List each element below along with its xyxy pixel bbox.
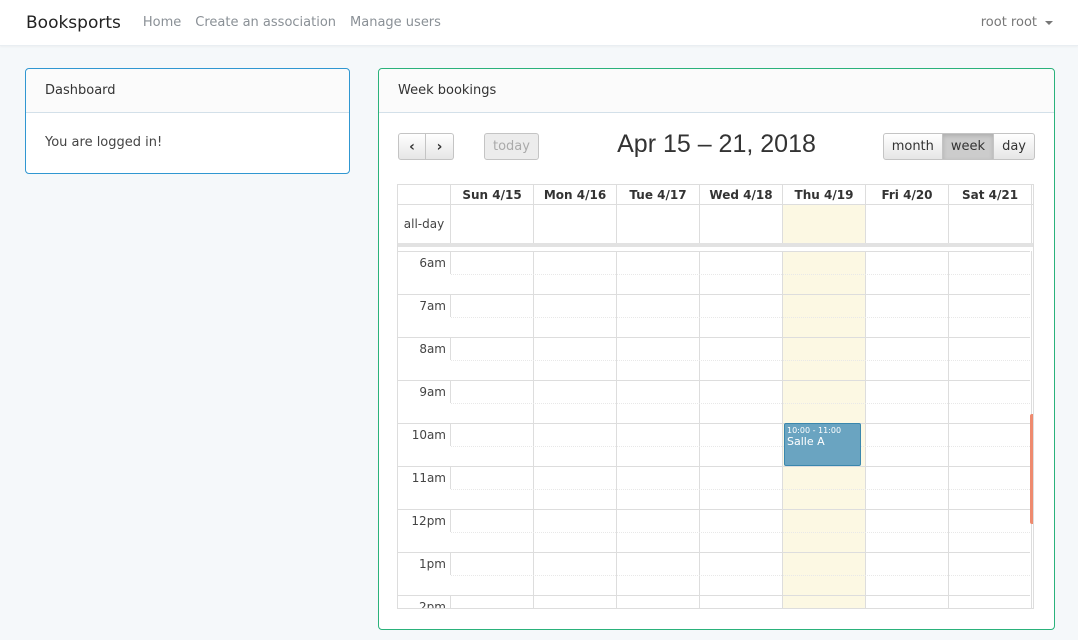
calendar-scrollbar[interactable]	[1030, 414, 1033, 524]
hour-row: 7am	[398, 294, 1030, 337]
half-hour-line	[451, 532, 1030, 533]
all-day-cell[interactable]	[949, 205, 1032, 243]
hour-label: 6am	[398, 252, 451, 274]
hour-label: 8am	[398, 338, 451, 360]
all-day-label: all-day	[398, 205, 451, 243]
hour-row: 8am	[398, 337, 1030, 380]
hour-label: 12pm	[398, 510, 451, 532]
dashboard-message: You are logged in!	[45, 135, 163, 150]
prev-button[interactable]: ‹	[398, 133, 426, 160]
hour-label: 1pm	[398, 553, 451, 575]
calendar-toolbar: Apr 15 – 21, 2018 ‹ › today month week d…	[398, 130, 1035, 161]
hour-row: 12pm	[398, 509, 1030, 552]
day-header-fri: Fri 4/20	[866, 185, 949, 204]
half-hour-line	[451, 360, 1030, 361]
half-hour-line	[451, 575, 1030, 576]
day-header-thu: Thu 4/19	[783, 185, 866, 204]
view-week-button[interactable]: week	[942, 133, 995, 160]
hour-row: 9am	[398, 380, 1030, 423]
brand-logo[interactable]: Booksports	[26, 13, 121, 33]
hour-label: 9am	[398, 381, 451, 403]
day-header-sat: Sat 4/21	[949, 185, 1032, 204]
hour-row: 10am	[398, 423, 1030, 466]
week-calendar: Sun 4/15 Mon 4/16 Tue 4/17 Wed 4/18 Thu …	[397, 184, 1034, 609]
half-hour-line	[451, 446, 1030, 447]
week-bookings-panel: Week bookings Apr 15 – 21, 2018 ‹ › toda…	[378, 68, 1055, 630]
all-day-row: all-day	[398, 205, 1033, 247]
hour-row: 11am	[398, 466, 1030, 509]
nav-manage-users[interactable]: Manage users	[350, 15, 441, 30]
today-group: today	[484, 133, 539, 160]
caret-down-icon	[1045, 20, 1053, 25]
dashboard-panel: Dashboard You are logged in!	[25, 68, 350, 174]
today-button[interactable]: today	[484, 133, 539, 160]
dashboard-heading: Dashboard	[26, 69, 349, 113]
time-grid[interactable]: 6am 7am 8am 9am 10am 11am 12pm 1pm 2pm 1…	[398, 251, 1033, 608]
half-hour-line	[451, 489, 1030, 490]
half-hour-line	[451, 274, 1030, 275]
day-header-tue: Tue 4/17	[617, 185, 700, 204]
nav-button-group: ‹ ›	[398, 133, 454, 160]
nav-home[interactable]: Home	[143, 15, 181, 30]
all-day-cell[interactable]	[534, 205, 617, 243]
hour-label: 7am	[398, 295, 451, 317]
top-navbar: Booksports Home Create an association Ma…	[0, 0, 1078, 46]
booking-event-time: 10:00 - 11:00	[787, 426, 842, 435]
user-menu[interactable]: root root	[981, 15, 1053, 30]
day-header-mon: Mon 4/16	[534, 185, 617, 204]
user-name: root root	[980, 15, 1037, 30]
hour-label: 10am	[398, 424, 451, 446]
half-hour-line	[451, 403, 1030, 404]
header-axis-cell	[398, 185, 451, 204]
hour-label: 11am	[398, 467, 451, 489]
hour-row: 1pm	[398, 552, 1030, 595]
nav-create-association[interactable]: Create an association	[195, 15, 336, 30]
chevron-right-icon: ›	[436, 138, 443, 155]
next-button[interactable]: ›	[426, 133, 454, 160]
week-bookings-heading: Week bookings	[379, 69, 1054, 113]
day-header-sun: Sun 4/15	[451, 185, 534, 204]
all-day-cell[interactable]	[866, 205, 949, 243]
half-hour-line	[451, 317, 1030, 318]
all-day-cell[interactable]	[700, 205, 783, 243]
view-day-button[interactable]: day	[994, 133, 1035, 160]
hour-row: 2pm	[398, 595, 1030, 608]
view-button-group: month week day	[882, 133, 1035, 160]
calendar-header-row: Sun 4/15 Mon 4/16 Tue 4/17 Wed 4/18 Thu …	[398, 185, 1033, 205]
day-header-wed: Wed 4/18	[700, 185, 783, 204]
hour-label: 2pm	[398, 596, 451, 608]
hour-row: 6am	[398, 251, 1030, 294]
all-day-cell[interactable]	[451, 205, 534, 243]
booking-event[interactable]: 10:00 - 11:00 Salle A	[784, 423, 861, 466]
booking-event-title: Salle A	[787, 435, 825, 448]
all-day-cell[interactable]	[617, 205, 700, 243]
view-month-button[interactable]: month	[882, 133, 943, 160]
all-day-cell-today[interactable]	[783, 205, 866, 243]
chevron-left-icon: ‹	[409, 138, 415, 155]
